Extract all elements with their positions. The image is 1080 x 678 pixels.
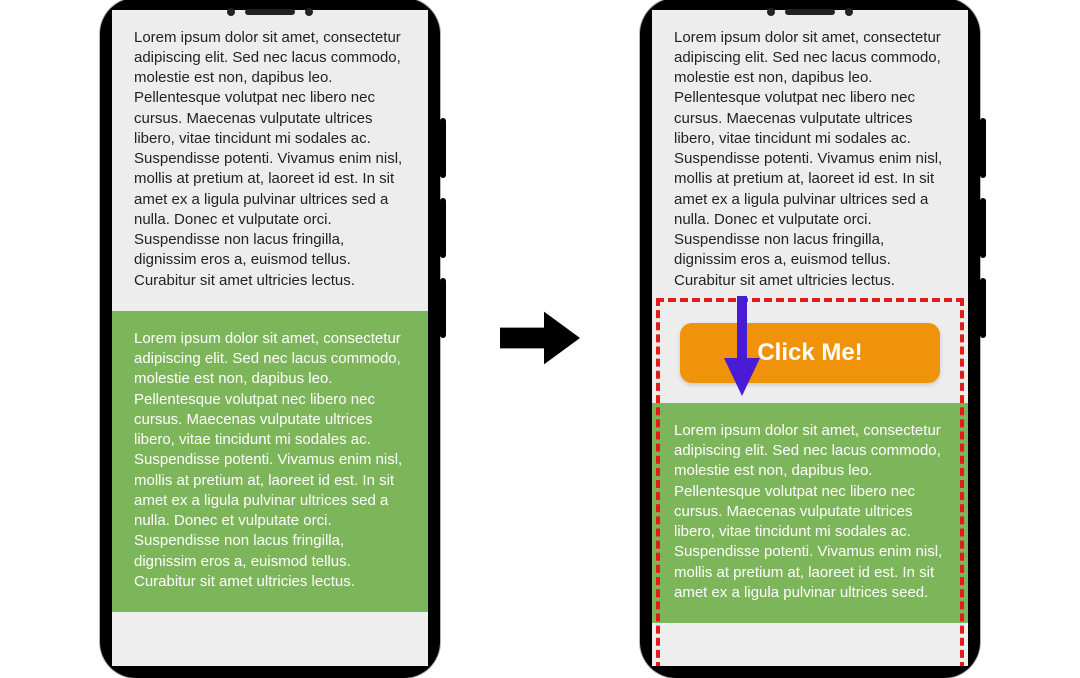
ad-click-me-button[interactable]: Click Me!	[680, 323, 940, 383]
text-block-top: Lorem ipsum dolor sit amet, consectetur …	[112, 10, 428, 311]
phone-after: Lorem ipsum dolor sit amet, consectetur …	[640, 0, 980, 678]
phone-before: Lorem ipsum dolor sit amet, consectetur …	[100, 0, 440, 678]
phone-notch	[227, 8, 313, 16]
diagram-stage: Lorem ipsum dolor sit amet, consectetur …	[0, 0, 1080, 675]
text-block-bottom: Lorem ipsum dolor sit amet, consectetur …	[112, 311, 428, 612]
inserted-ad-slot: Click Me!	[652, 311, 968, 403]
phone-after-screen: Lorem ipsum dolor sit amet, consectetur …	[652, 10, 968, 666]
text-block-bottom-shifted: Lorem ipsum dolor sit amet, consectetur …	[652, 403, 968, 623]
transition-arrow-icon	[500, 298, 580, 378]
phone-notch	[767, 8, 853, 16]
phone-before-screen: Lorem ipsum dolor sit amet, consectetur …	[112, 10, 428, 666]
text-block-top: Lorem ipsum dolor sit amet, consectetur …	[652, 10, 968, 311]
